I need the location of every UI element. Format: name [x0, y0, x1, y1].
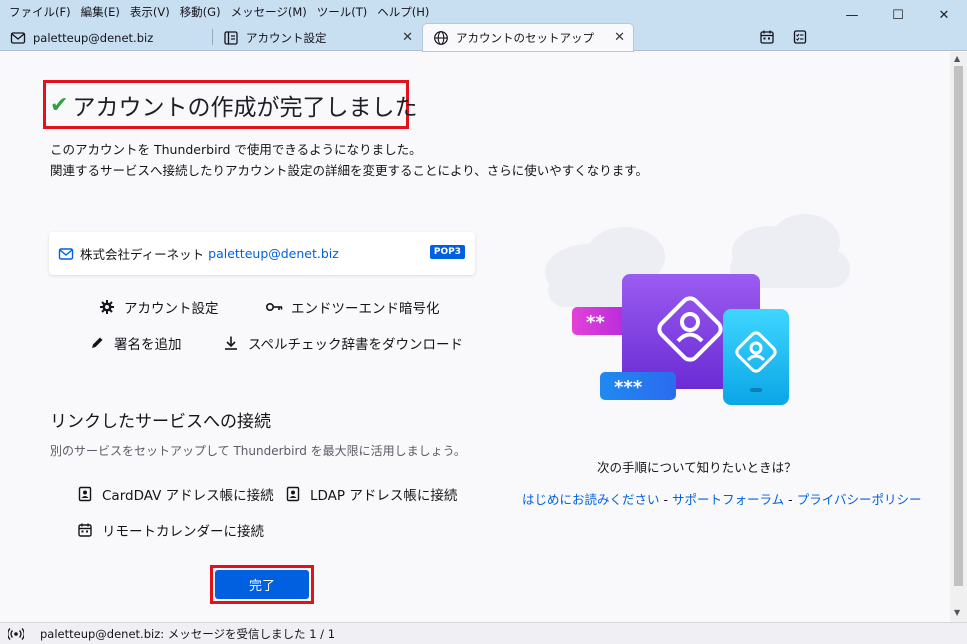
- svg-text:***: ***: [614, 377, 643, 398]
- tab-close-icon[interactable]: ✕: [402, 30, 413, 45]
- address-book-icon: [76, 485, 94, 503]
- e2e-encryption-link[interactable]: エンドツーエンド暗号化: [265, 297, 440, 317]
- account-name: 株式会社ディーネット: [80, 247, 205, 262]
- tab-mail-label: paletteup@denet.biz: [33, 30, 154, 45]
- page-title: ✔ アカウントの作成が完了しました: [50, 88, 417, 122]
- link-separator: -: [788, 492, 793, 507]
- svg-text:**: **: [586, 312, 605, 333]
- help-question: 次の手順について知りたいときは？: [597, 460, 797, 475]
- readme-link[interactable]: はじめにお読みください: [522, 492, 660, 507]
- privacy-policy-link[interactable]: プライバシーポリシー: [797, 492, 922, 507]
- pencil-icon: [88, 334, 106, 352]
- add-signature-link[interactable]: 署名を追加: [88, 333, 182, 353]
- globe-icon: [433, 30, 449, 46]
- linked-services-description: 別のサービスをセットアップして Thunderbird を最大限に活用しましょう…: [50, 444, 466, 458]
- calendar-icon: [76, 521, 94, 539]
- calendar-icon[interactable]: [759, 29, 775, 45]
- gear-icon: [98, 298, 116, 316]
- account-settings-link[interactable]: アカウント設定: [98, 297, 219, 317]
- menu-tools[interactable]: ツール(T): [312, 2, 373, 22]
- ldap-connect-link[interactable]: LDAP アドレス帳に接続: [284, 484, 457, 504]
- title-bar: ファイル(F) 編集(E) 表示(V) 移動(G) メッセージ(M) ツール(T…: [0, 0, 967, 23]
- tab-account-setup-label: アカウントのセットアップ: [456, 30, 594, 45]
- done-button[interactable]: 完了: [215, 570, 309, 599]
- tab-account-settings-label: アカウント設定: [246, 30, 327, 45]
- vertical-scrollbar[interactable]: ▲ ▼: [950, 52, 967, 622]
- tab-bar: paletteup@denet.biz アカウント設定 ✕ アカウントのセットア…: [0, 23, 967, 51]
- menu-file[interactable]: ファイル(F): [4, 2, 76, 22]
- linked-services-title: リンクしたサービスへの接続: [50, 412, 271, 432]
- account-email: paletteup@denet.biz: [208, 246, 339, 261]
- scroll-up-icon[interactable]: ▲: [954, 54, 960, 63]
- menu-help[interactable]: ヘルプ(H): [372, 2, 434, 22]
- tasks-icon[interactable]: [792, 29, 808, 45]
- status-text: paletteup@denet.biz: メッセージを受信しました 1 / 1: [40, 626, 336, 641]
- scrollbar-thumb[interactable]: [954, 66, 963, 586]
- carddav-connect-link[interactable]: CardDAV アドレス帳に接続: [76, 484, 274, 504]
- menu-view[interactable]: 表示(V): [125, 2, 175, 22]
- remote-calendar-connect-label: リモートカレンダーに接続: [102, 524, 264, 540]
- page-title-text: アカウントの作成が完了しました: [72, 95, 418, 121]
- account-card: 株式会社ディーネット paletteup@denet.biz POP3: [49, 232, 475, 275]
- link-separator: -: [663, 492, 669, 507]
- tab-mail[interactable]: paletteup@denet.biz: [0, 24, 210, 51]
- support-forum-link[interactable]: サポートフォーラム: [672, 492, 784, 507]
- spellcheck-download-label: スペルチェック辞書をダウンロード: [248, 337, 464, 353]
- online-status-icon[interactable]: [8, 627, 24, 641]
- intro-line-2: 関連するサービスへ接続したりアカウント設定の詳細を変更することにより、さらに使い…: [50, 163, 649, 178]
- menu-go[interactable]: 移動(G): [175, 2, 226, 22]
- intro-text: このアカウントを Thunderbird で使用できるようになりました。 関連す…: [50, 139, 648, 181]
- scroll-down-icon[interactable]: ▼: [954, 608, 960, 617]
- address-book-icon: [284, 485, 302, 503]
- mail-icon: [10, 30, 26, 46]
- settings-page-icon: [223, 30, 239, 46]
- tab-close-icon[interactable]: ✕: [614, 30, 625, 45]
- help-links: はじめにお読みください - サポートフォーラム - プライバシーポリシー: [522, 489, 921, 508]
- menu-bar: ファイル(F) 編集(E) 表示(V) 移動(G) メッセージ(M) ツール(T…: [0, 2, 434, 22]
- e2e-encryption-label: エンドツーエンド暗号化: [291, 301, 440, 317]
- spellcheck-download-link[interactable]: スペルチェック辞書をダウンロード: [222, 333, 463, 353]
- intro-line-1: このアカウントを Thunderbird で使用できるようになりました。: [50, 142, 422, 157]
- key-icon: [265, 298, 283, 316]
- checkmark-icon: ✔: [50, 92, 69, 118]
- ldap-connect-label: LDAP アドレス帳に接続: [310, 488, 458, 504]
- add-signature-label: 署名を追加: [114, 337, 182, 353]
- account-settings-label: アカウント設定: [124, 301, 219, 317]
- setup-complete-illustration: ** ***: [520, 212, 880, 422]
- account-type-badge: POP3: [429, 245, 465, 259]
- tab-account-setup[interactable]: アカウントのセットアップ ✕: [423, 24, 633, 51]
- remote-calendar-connect-link[interactable]: リモートカレンダーに接続: [76, 520, 264, 540]
- download-icon: [222, 334, 240, 352]
- tab-account-settings[interactable]: アカウント設定 ✕: [213, 24, 421, 51]
- carddav-connect-label: CardDAV アドレス帳に接続: [102, 488, 274, 504]
- menu-edit[interactable]: 編集(E): [76, 2, 125, 22]
- menu-message[interactable]: メッセージ(M): [226, 2, 312, 22]
- status-bar: paletteup@denet.biz: メッセージを受信しました 1 / 1: [0, 622, 967, 644]
- mail-account-icon: [58, 246, 74, 262]
